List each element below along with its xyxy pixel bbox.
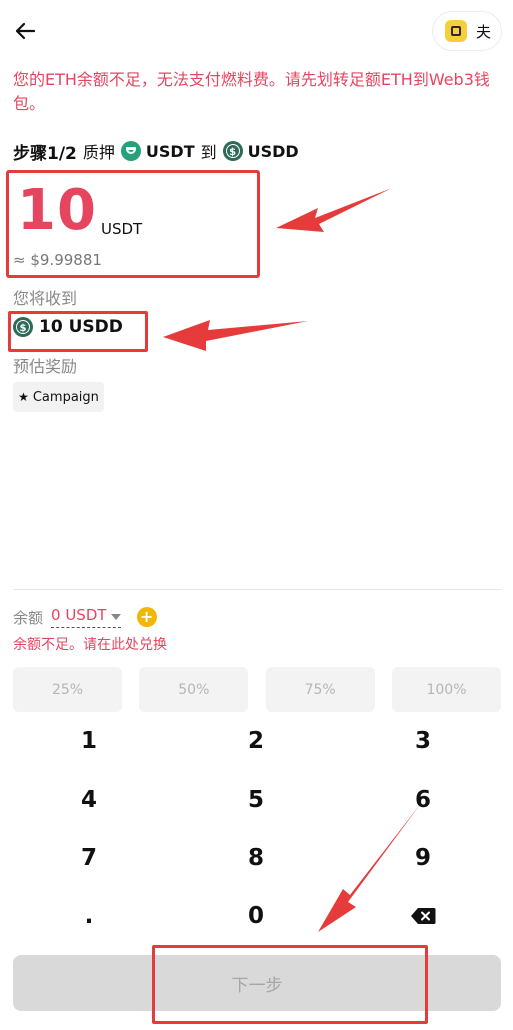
caret-down-icon — [110, 614, 121, 620]
back-arrow-icon[interactable] — [10, 16, 40, 46]
usdd-coin-icon: $ — [222, 141, 243, 161]
eth-gas-warning: 您的ETH余额不足，无法支付燃料费。请先划转足额ETH到Web3钱包。 — [13, 70, 490, 113]
star-icon: ★ — [18, 390, 29, 404]
key-0[interactable]: 0 — [196, 891, 316, 941]
receive-label: 您将收到 — [13, 289, 78, 308]
backspace-key[interactable] — [363, 891, 483, 941]
percent-25-button[interactable]: 25% — [13, 667, 122, 712]
balance-row: 余额 0 USDT + — [13, 606, 157, 628]
key-8[interactable]: 8 — [196, 833, 316, 883]
key-dot[interactable]: . — [29, 891, 149, 941]
annotation-arrow-receive — [163, 320, 308, 351]
key-6[interactable]: 6 — [363, 775, 483, 825]
wallet-label: 夫 — [476, 22, 492, 41]
reward-label: 预估奖励 — [13, 357, 78, 376]
add-funds-button[interactable]: + — [136, 607, 157, 627]
amount-usd-value: ≈ $9.99881 — [13, 251, 102, 269]
wallet-icon — [445, 20, 467, 42]
divider — [13, 589, 501, 590]
balance-label: 余额 — [13, 608, 44, 627]
receive-value: 10 USDD — [39, 317, 123, 337]
usdt-coin-icon — [120, 141, 141, 161]
key-2[interactable]: 2 — [196, 716, 316, 766]
backspace-icon — [411, 908, 436, 924]
percent-buttons: 25% 50% 75% 100% — [13, 667, 501, 712]
key-3[interactable]: 3 — [363, 716, 483, 766]
insufficient-balance-link[interactable]: 余额不足。请在此处兑换 — [13, 634, 167, 654]
percent-50-button[interactable]: 50% — [139, 667, 249, 712]
key-4[interactable]: 4 — [29, 775, 149, 825]
percent-100-button[interactable]: 100% — [391, 667, 501, 712]
usdd-coin-icon: $ — [13, 317, 33, 337]
step-action: 质押 — [82, 143, 115, 162]
balance-token-select[interactable]: 0 USDT — [51, 606, 121, 628]
key-7[interactable]: 7 — [29, 833, 149, 883]
balance-value: 0 USDT — [51, 606, 107, 624]
to-word: 到 — [200, 143, 217, 162]
key-5[interactable]: 5 — [196, 775, 316, 825]
to-symbol: USDD — [247, 141, 299, 161]
next-highlight-box — [152, 945, 428, 1024]
campaign-label: Campaign — [32, 389, 99, 405]
amount-input[interactable]: 10 — [17, 178, 97, 244]
percent-75-button[interactable]: 75% — [265, 667, 375, 712]
wallet-switch-button[interactable]: 夫 — [432, 11, 502, 51]
key-9[interactable]: 9 — [363, 833, 483, 883]
key-1[interactable]: 1 — [29, 716, 149, 766]
receive-amount: $ 10 USDD — [13, 317, 123, 337]
from-symbol: USDT — [145, 141, 195, 161]
amount-unit: USDT — [101, 220, 143, 238]
step-header: 步骤1/2 质押 USDT 到 $ USDD — [13, 138, 305, 164]
annotation-arrow-amount — [276, 188, 392, 232]
step-title: 步骤1/2 — [13, 143, 77, 164]
campaign-chip[interactable]: ★ Campaign — [13, 382, 104, 412]
